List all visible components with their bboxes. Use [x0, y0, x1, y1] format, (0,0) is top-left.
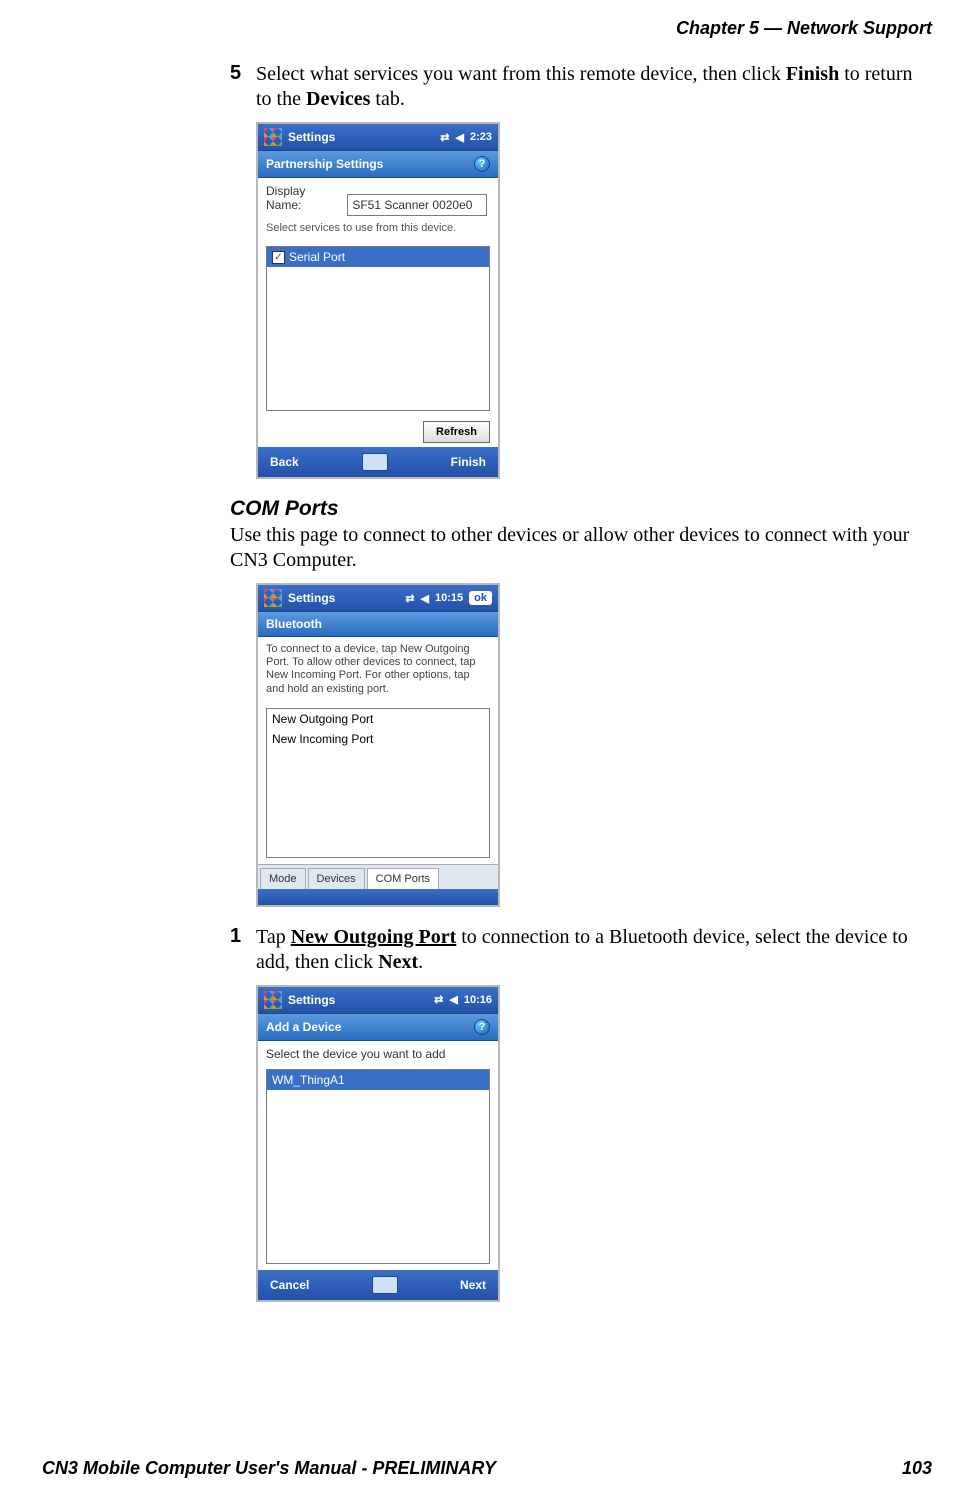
wm-bottom-bar	[258, 889, 498, 905]
clock-text: 2:23	[470, 131, 492, 143]
step5-devices-bold: Devices	[306, 88, 370, 110]
tab-mode[interactable]: Mode	[260, 868, 306, 889]
keyboard-icon[interactable]	[362, 453, 388, 471]
step-number: 5	[230, 62, 256, 112]
step1-next-bold: Next	[378, 951, 418, 973]
wm-softkey-bar: Cancel Next	[258, 1270, 498, 1300]
wm-title-text: Settings	[288, 130, 440, 144]
wm-system-icons: ⇄ ◀ 10:16	[434, 993, 492, 1006]
volume-icon: ◀	[456, 131, 464, 144]
com-ports-heading: COM Ports	[230, 497, 930, 521]
screenshot-bluetooth-com-ports: Settings ⇄ ◀ 10:15 ok Bluetooth To conne…	[256, 583, 500, 907]
softkey-finish[interactable]: Finish	[451, 455, 486, 469]
services-hint: Select services to use from this device.	[266, 222, 490, 234]
clock-text: 10:16	[464, 994, 492, 1006]
step1-text-end: .	[418, 951, 423, 973]
footer-manual-title: CN3 Mobile Computer User's Manual - PREL…	[42, 1458, 496, 1479]
port-item-outgoing[interactable]: New Outgoing Port	[267, 709, 489, 729]
wm-subtitle-text: Partnership Settings	[266, 157, 383, 171]
tab-devices[interactable]: Devices	[308, 868, 365, 889]
connectivity-icon: ⇄	[405, 592, 414, 605]
connectivity-icon: ⇄	[440, 131, 449, 144]
wm-subtitle-bar: Partnership Settings ?	[258, 150, 498, 178]
checkbox-icon[interactable]: ✓	[272, 251, 285, 264]
softkey-back[interactable]: Back	[270, 455, 299, 469]
page-footer: CN3 Mobile Computer User's Manual - PREL…	[42, 1458, 932, 1479]
display-name-label: Display Name:	[266, 184, 344, 212]
volume-icon: ◀	[421, 592, 429, 605]
wm-subtitle-bar: Add a Device ?	[258, 1013, 498, 1041]
wm-system-icons: ⇄ ◀ 10:15 ok	[405, 591, 492, 605]
step1-new-outgoing-bold: New Outgoing Port	[291, 926, 457, 948]
screenshot-add-a-device: Settings ⇄ ◀ 10:16 Add a Device ? Select…	[256, 985, 500, 1302]
step5-finish-bold: Finish	[786, 63, 839, 85]
button-row: Refresh	[258, 417, 498, 447]
windows-flag-icon	[264, 991, 282, 1009]
softkey-next[interactable]: Next	[460, 1278, 486, 1292]
footer-page-number: 103	[902, 1458, 932, 1479]
windows-flag-icon	[264, 128, 282, 146]
wm-subtitle-text: Bluetooth	[266, 617, 322, 631]
wm-titlebar: Settings ⇄ ◀ 2:23	[258, 124, 498, 150]
wm-title-text: Settings	[288, 591, 405, 605]
wm-softkey-bar: Back Finish	[258, 447, 498, 477]
ports-listbox[interactable]: New Outgoing Port New Incoming Port	[266, 708, 490, 858]
windows-flag-icon	[264, 589, 282, 607]
step-body: Tap New Outgoing Port to connection to a…	[256, 925, 930, 975]
wm-titlebar: Settings ⇄ ◀ 10:16	[258, 987, 498, 1013]
display-name-input[interactable]	[347, 194, 487, 216]
volume-icon: ◀	[449, 993, 457, 1006]
step-body: Select what services you want from this …	[256, 62, 930, 112]
step1-text-pre: Tap	[256, 926, 291, 948]
refresh-button[interactable]: Refresh	[423, 421, 490, 443]
wm-system-icons: ⇄ ◀ 2:23	[440, 131, 492, 144]
bluetooth-description: To connect to a device, tap New Outgoing…	[258, 637, 498, 702]
devices-listbox[interactable]: WM_ThingA1	[266, 1069, 490, 1264]
wm-titlebar: Settings ⇄ ◀ 10:15 ok	[258, 585, 498, 611]
step5-text-pre: Select what services you want from this …	[256, 63, 786, 85]
wm-title-text: Settings	[288, 993, 434, 1007]
wm-tab-strip: Mode Devices COM Ports	[258, 864, 498, 889]
page-content: 5 Select what services you want from thi…	[230, 62, 930, 1320]
step-number: 1	[230, 925, 256, 975]
add-device-hint: Select the device you want to add	[266, 1047, 490, 1061]
help-icon[interactable]: ?	[474, 1019, 490, 1035]
service-item-serial-port[interactable]: ✓ Serial Port	[267, 247, 489, 267]
step-1: 1 Tap New Outgoing Port to connection to…	[230, 925, 930, 975]
com-ports-description: Use this page to connect to other device…	[230, 523, 930, 573]
wm-subtitle-text: Add a Device	[266, 1020, 341, 1034]
service-item-label: Serial Port	[289, 250, 345, 264]
wm-subtitle-bar: Bluetooth	[258, 611, 498, 637]
screenshot-partnership-settings: Settings ⇄ ◀ 2:23 Partnership Settings ?…	[256, 122, 500, 479]
step-5: 5 Select what services you want from thi…	[230, 62, 930, 112]
keyboard-icon[interactable]	[372, 1276, 398, 1294]
wm-panel: Select the device you want to add	[258, 1041, 498, 1063]
chapter-header: Chapter 5 — Network Support	[676, 18, 932, 39]
step5-text-end: tab.	[370, 88, 404, 110]
tab-com-ports[interactable]: COM Ports	[367, 868, 439, 889]
softkey-cancel[interactable]: Cancel	[270, 1278, 309, 1292]
ok-button[interactable]: ok	[469, 591, 492, 605]
services-listbox[interactable]: ✓ Serial Port	[266, 246, 490, 411]
clock-text: 10:15	[435, 592, 463, 604]
help-icon[interactable]: ?	[474, 156, 490, 172]
connectivity-icon: ⇄	[434, 993, 443, 1006]
wm-panel: Display Name: Select services to use fro…	[258, 178, 498, 240]
port-item-incoming[interactable]: New Incoming Port	[267, 729, 489, 749]
device-item[interactable]: WM_ThingA1	[267, 1070, 489, 1090]
